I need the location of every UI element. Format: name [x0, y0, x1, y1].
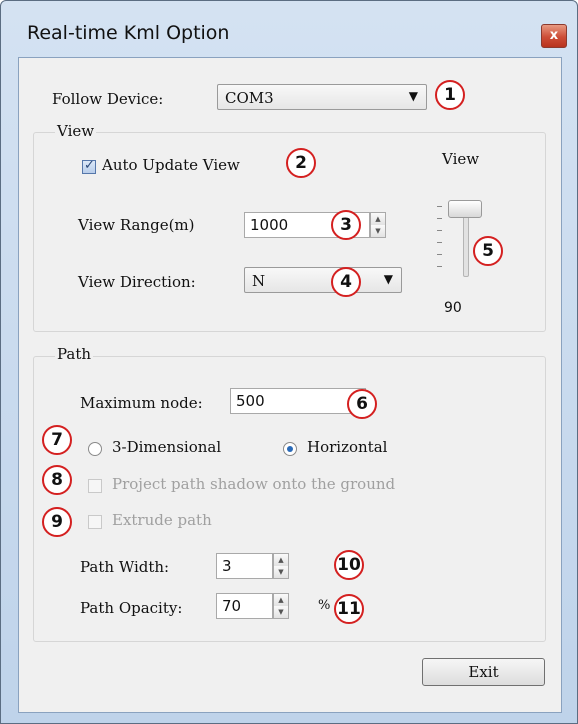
- max-node-label: Maximum node:: [80, 394, 203, 412]
- radio-3d-label: 3-Dimensional: [112, 438, 222, 456]
- annotation-badge-9: 9: [42, 507, 72, 537]
- view-direction-value: N: [252, 272, 266, 290]
- slider-tick: [437, 206, 442, 207]
- follow-device-label: Follow Device:: [52, 90, 164, 108]
- annotation-badge-8: 8: [42, 465, 72, 495]
- view-direction-label: View Direction:: [78, 273, 196, 291]
- annotation-badge-1: 1: [435, 80, 465, 110]
- path-opacity-label: Path Opacity:: [80, 599, 183, 617]
- path-opacity-unit: %: [318, 598, 331, 613]
- annotation-badge-5: 5: [473, 236, 503, 266]
- chevron-down-icon: ▼: [383, 272, 393, 286]
- annotation-badge-3: 3: [331, 210, 361, 240]
- path-width-spinner[interactable]: ▲ ▼: [273, 553, 289, 579]
- slider-tick: [437, 230, 442, 231]
- radio-horizontal[interactable]: [283, 442, 297, 456]
- extrude-path-checkbox[interactable]: [88, 515, 102, 529]
- auto-update-view-label: Auto Update View: [102, 156, 240, 174]
- max-node-input[interactable]: 500: [230, 388, 366, 414]
- follow-device-select[interactable]: COM3 ▼: [217, 84, 427, 110]
- follow-device-value: COM3: [225, 89, 274, 107]
- annotation-badge-4: 4: [331, 267, 361, 297]
- path-opacity-input[interactable]: 70: [216, 593, 273, 619]
- project-shadow-label: Project path shadow onto the ground: [112, 475, 396, 493]
- slider-tick: [437, 266, 442, 267]
- exit-button[interactable]: Exit: [422, 658, 545, 686]
- annotation-badge-6: 6: [347, 389, 377, 419]
- spinner-down-icon[interactable]: ▼: [371, 225, 385, 237]
- path-group-title: Path: [55, 345, 94, 363]
- path-width-label: Path Width:: [80, 558, 170, 576]
- slider-tick: [437, 218, 442, 219]
- chevron-down-icon: ▼: [408, 89, 418, 103]
- close-icon: x: [549, 28, 559, 43]
- radio-horizontal-label: Horizontal: [307, 438, 388, 456]
- auto-update-view-checkbox[interactable]: [82, 158, 96, 174]
- annotation-badge-10: 10: [334, 550, 364, 580]
- annotation-badge-11: 11: [334, 594, 364, 624]
- close-button[interactable]: x: [541, 24, 567, 48]
- view-slider-value: 90: [444, 300, 462, 316]
- slider-tick: [437, 254, 442, 255]
- window-title: Real-time Kml Option: [27, 22, 230, 44]
- extrude-path-label: Extrude path: [112, 511, 212, 529]
- spinner-down-icon[interactable]: ▼: [274, 606, 288, 618]
- view-direction-select[interactable]: N ▼: [244, 267, 402, 293]
- project-shadow-checkbox[interactable]: [88, 479, 102, 493]
- view-slider-thumb[interactable]: [448, 200, 482, 218]
- view-slider-title: View: [442, 150, 480, 168]
- view-range-label: View Range(m): [78, 216, 195, 234]
- spinner-down-icon[interactable]: ▼: [274, 566, 288, 578]
- path-width-input[interactable]: 3: [216, 553, 273, 579]
- annotation-badge-7: 7: [42, 425, 72, 455]
- view-range-spinner[interactable]: ▲ ▼: [370, 212, 386, 238]
- path-opacity-spinner[interactable]: ▲ ▼: [273, 593, 289, 619]
- annotation-badge-2: 2: [286, 148, 316, 178]
- view-group-title: View: [55, 122, 97, 140]
- view-slider-track[interactable]: [463, 215, 469, 277]
- slider-tick: [437, 242, 442, 243]
- radio-3d[interactable]: [88, 442, 102, 456]
